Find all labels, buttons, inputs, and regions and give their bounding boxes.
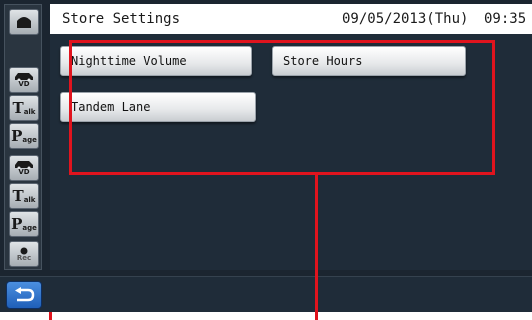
annotation-highlight-box [69,40,495,175]
page-title: Store Settings [62,11,181,27]
sidebar-item-rec[interactable]: Rec [9,241,39,267]
sidebar-item-page-2[interactable]: P age [9,211,39,237]
left-sidebar: VD T alk P age VD T alk P age Rec [4,4,42,270]
annotation-leader-line [315,175,318,320]
header-bar: Store Settings 09/05/2013(Thu) 09:35 [50,4,532,34]
sidebar-item-label: Rec [16,253,32,262]
sidebar-item-talk-1[interactable]: T alk [9,95,39,121]
page-icon: P age [11,214,37,233]
talk-icon: T alk [12,98,36,117]
page-icon: P age [11,126,37,145]
back-arrow-icon [15,287,35,302]
sidebar-item-page-1[interactable]: P age [9,123,39,149]
sidebar-item-label: VD [18,80,30,88]
bottom-bar [0,276,532,312]
talk-icon: T alk [12,186,36,205]
time-label: 09:35 [484,11,527,27]
sidebar-item-label: VD [18,168,30,176]
home-icon [17,17,31,28]
annotation-leader-line-left [49,312,52,320]
sidebar-item-vd-2[interactable]: VD [9,155,39,181]
sidebar-item-vd-1[interactable]: VD [9,67,39,93]
sidebar-item-talk-2[interactable]: T alk [9,183,39,209]
back-button[interactable] [6,281,42,309]
date-label: 09/05/2013(Thu) [342,11,469,27]
home-button[interactable] [9,9,39,35]
